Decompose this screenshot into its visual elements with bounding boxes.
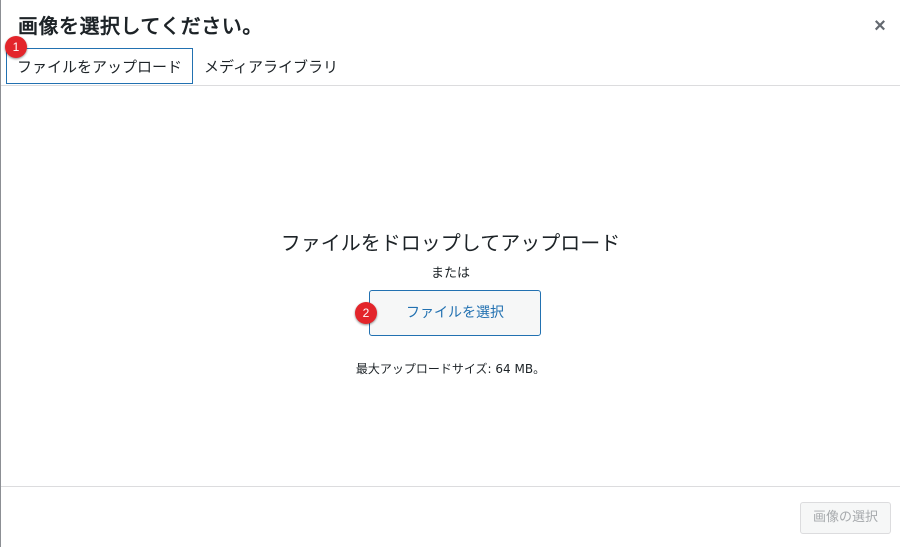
tab-bar: ファイルをアップロード メディアライブラリ <box>6 48 349 86</box>
select-image-button[interactable]: 画像の選択 <box>799 502 891 534</box>
close-icon[interactable]: × <box>866 12 894 40</box>
annotation-badge-1: 1 <box>5 36 27 58</box>
annotation-badge-2: 2 <box>355 302 377 324</box>
select-files-button[interactable]: ファイルを選択 <box>369 290 541 336</box>
toolbar-divider <box>1 486 900 487</box>
modal-title: 画像を選択してください。 <box>18 14 263 38</box>
upload-drop-zone[interactable]: ファイルをドロップしてアップロード または ファイルを選択 最大アップロードサイ… <box>1 86 900 486</box>
tab-upload-files[interactable]: ファイルをアップロード <box>6 48 194 84</box>
media-modal: 画像を選択してください。 × ファイルをアップロード メディアライブラリ ファイ… <box>0 0 900 547</box>
max-upload-size: 最大アップロードサイズ: 64 MB。 <box>355 362 546 376</box>
tab-media-library[interactable]: メディアライブラリ <box>193 48 349 84</box>
or-separator: または <box>430 266 470 281</box>
drop-instructions: ファイルをドロップしてアップロード <box>280 231 621 255</box>
